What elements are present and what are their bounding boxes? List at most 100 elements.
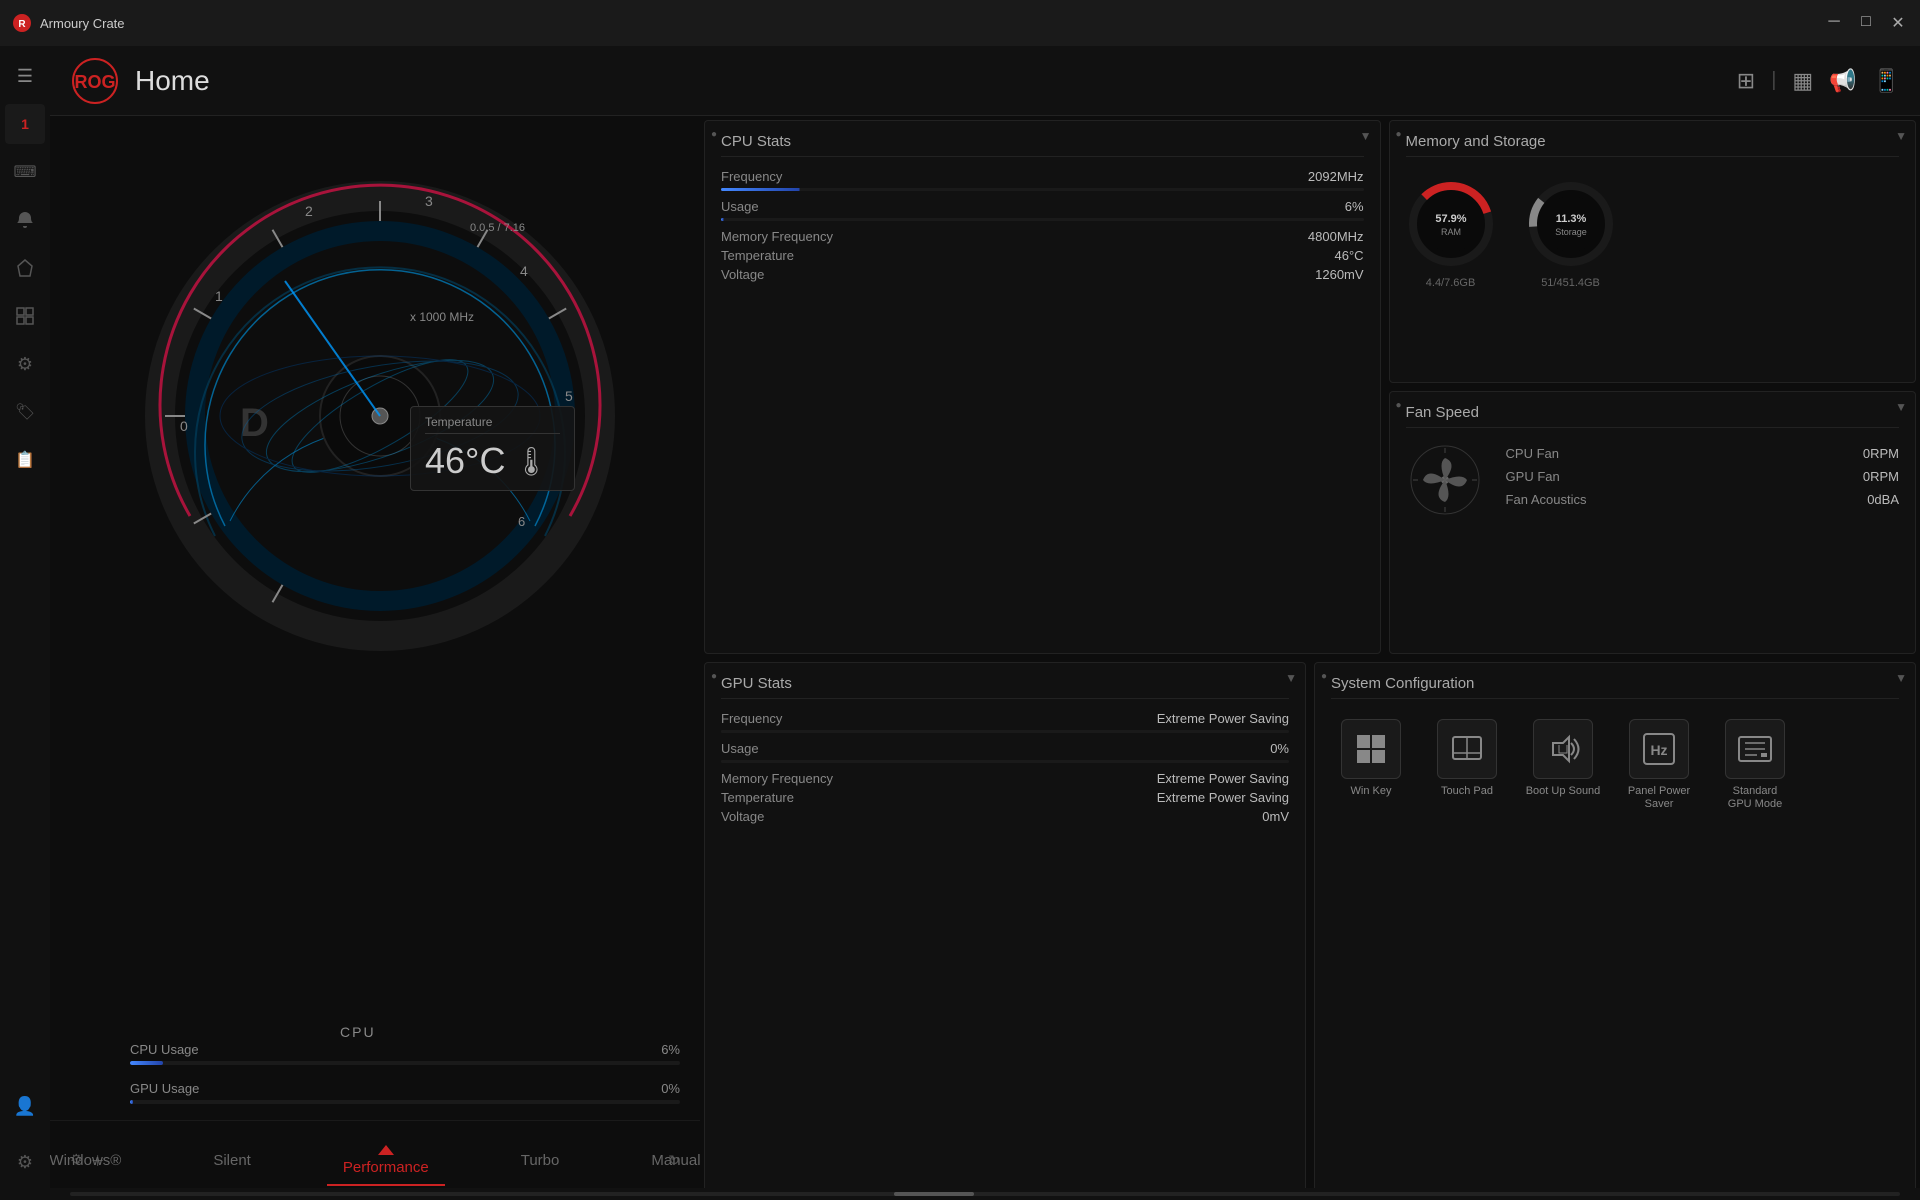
cpu-usage-stat-bar-fill bbox=[721, 218, 760, 221]
gpu-fan-value: 0RPM bbox=[1863, 469, 1899, 484]
ram-amount: 4.4/7.6GB bbox=[1426, 277, 1476, 289]
memory-storage-panel: ● Memory and Storage ▼ bbox=[1389, 120, 1916, 383]
svg-text:R: R bbox=[18, 19, 26, 30]
gpu-usage-fill bbox=[130, 1100, 133, 1104]
left-panel: 0 1 2 3 4 5 6 x 1000 MHz D bbox=[50, 116, 700, 1200]
config-win-key[interactable]: Win Key bbox=[1331, 719, 1411, 811]
dashboard-icon[interactable]: ▦ bbox=[1792, 68, 1813, 94]
sidebar-item-aura[interactable] bbox=[5, 248, 45, 288]
app-title: Armoury Crate bbox=[40, 16, 125, 31]
sidebar-item-deals[interactable]: 🏷 bbox=[5, 392, 45, 432]
main-content: 0 1 2 3 4 5 6 x 1000 MHz D bbox=[50, 116, 1920, 1200]
page-title: Home bbox=[135, 65, 210, 97]
tab-silent[interactable]: Silent bbox=[197, 1144, 267, 1177]
gpu-usage-stat-label: Usage bbox=[721, 741, 759, 756]
gpu-freq-value: Extreme Power Saving bbox=[1157, 711, 1289, 726]
cpu-mem-freq-label: Memory Frequency bbox=[721, 229, 833, 244]
maximize-button[interactable]: □ bbox=[1856, 13, 1876, 33]
gpu-voltage-label: Voltage bbox=[721, 809, 764, 824]
sidebar-item-menu[interactable]: ☰ bbox=[5, 56, 45, 96]
window-controls: ─ □ ✕ bbox=[1824, 13, 1908, 33]
svg-text:Hz: Hz bbox=[1650, 742, 1667, 758]
config-gpu-mode[interactable]: StandardGPU Mode bbox=[1715, 719, 1795, 811]
fan-icon-container bbox=[1406, 440, 1486, 520]
sidebar-item-user[interactable]: 👤 bbox=[5, 1086, 45, 1126]
sidebar-item-settings[interactable]: ⚙ bbox=[5, 1142, 45, 1182]
minimize-button[interactable]: ─ bbox=[1824, 13, 1844, 33]
grid-icon[interactable]: ⊞ bbox=[1737, 68, 1755, 94]
svg-text:0.0.5 / 7.16: 0.0.5 / 7.16 bbox=[470, 222, 525, 234]
gpu-temp-row: Temperature Extreme Power Saving bbox=[721, 790, 1289, 805]
cpu-fan-label: CPU Fan bbox=[1506, 446, 1559, 461]
gpu-panel-corner: ▼ bbox=[1285, 671, 1297, 685]
touch-pad-icon bbox=[1449, 731, 1485, 767]
svg-text:11.3%: 11.3% bbox=[1555, 213, 1586, 225]
sidebar-item-home[interactable]: 1 bbox=[5, 104, 45, 144]
sidebar-item-keyboard[interactable]: ⌨ bbox=[5, 152, 45, 192]
top-row: ● CPU Stats ▼ Frequency 2092MHz Usage 6% bbox=[700, 116, 1920, 658]
close-button[interactable]: ✕ bbox=[1888, 13, 1908, 33]
cpu-mem-freq-value: 4800MHz bbox=[1308, 229, 1364, 244]
gpu-freq-bar bbox=[721, 730, 1289, 733]
sys-config-panel: ● System Configuration ▼ bbox=[1314, 662, 1916, 1196]
config-boot-sound[interactable]: Boot Up Sound bbox=[1523, 719, 1603, 811]
cpu-panel-circle-icon: ● bbox=[711, 129, 717, 140]
storage-amount: 51/451.4GB bbox=[1541, 277, 1600, 289]
cpu-freq-bar bbox=[721, 188, 1364, 191]
mem-panel-corner: ▼ bbox=[1895, 129, 1907, 143]
cpu-temp-label: Temperature bbox=[721, 248, 794, 263]
boot-sound-icon-box bbox=[1533, 719, 1593, 779]
gpu-voltage-row: Voltage 0mV bbox=[721, 809, 1289, 824]
scrollbar-thumb[interactable] bbox=[894, 1192, 974, 1196]
svg-text:2: 2 bbox=[305, 203, 313, 219]
memory-storage-title: Memory and Storage bbox=[1406, 133, 1546, 150]
cpu-usage-value: 6% bbox=[661, 1042, 680, 1057]
thermometer-icon: 🌡 bbox=[513, 445, 549, 478]
panel-power-saver-icon: Hz bbox=[1641, 731, 1677, 767]
device-icon[interactable]: 📱 bbox=[1873, 68, 1900, 94]
cpu-usage-row: CPU Usage 6% bbox=[130, 1042, 680, 1065]
gpu-freq-row: Frequency Extreme Power Saving bbox=[721, 711, 1289, 726]
tab-performance[interactable]: Performance bbox=[327, 1137, 445, 1184]
gpu-mode-icon-box bbox=[1725, 719, 1785, 779]
gpu-temp-value: Extreme Power Saving bbox=[1157, 790, 1289, 805]
cpu-usage-stat-value: 6% bbox=[1345, 199, 1364, 214]
cpu-usage-stat-label: Usage bbox=[721, 199, 759, 214]
svg-text:1: 1 bbox=[215, 288, 223, 304]
sys-panel-corner: ▼ bbox=[1895, 671, 1907, 685]
sidebar-bottom: 👤 ⚙ bbox=[5, 1086, 45, 1200]
config-panel-power-saver[interactable]: Hz Panel Power Saver bbox=[1619, 719, 1699, 811]
svg-text:5: 5 bbox=[565, 388, 573, 404]
sys-panel-circle-icon: ● bbox=[1321, 671, 1327, 682]
gpu-mem-freq-value: Extreme Power Saving bbox=[1157, 771, 1289, 786]
panel-power-saver-icon-box: Hz bbox=[1629, 719, 1689, 779]
right-column: ● Memory and Storage ▼ bbox=[1385, 116, 1920, 658]
gpu-usage-label: GPU Usage bbox=[130, 1081, 199, 1096]
fan-acoustics-label: Fan Acoustics bbox=[1506, 492, 1587, 507]
svg-text:4: 4 bbox=[520, 263, 528, 279]
sidebar-item-scenarios[interactable] bbox=[5, 296, 45, 336]
cpu-fan-row: CPU Fan 0RPM bbox=[1506, 446, 1899, 461]
tab-turbo[interactable]: Turbo bbox=[505, 1144, 576, 1177]
megaphone-icon[interactable]: 📢 bbox=[1829, 68, 1856, 94]
bottom-scrollbar[interactable] bbox=[50, 1188, 1920, 1200]
fan-stats: CPU Fan 0RPM GPU Fan 0RPM Fan Acoustics … bbox=[1506, 446, 1899, 515]
header: ROG Home ⊞ | ▦ 📢 📱 bbox=[50, 46, 1920, 116]
header-actions: ⊞ | ▦ 📢 📱 bbox=[1737, 68, 1900, 94]
config-touch-pad[interactable]: Touch Pad bbox=[1427, 719, 1507, 811]
sidebar-item-tools[interactable]: ⚙ bbox=[5, 344, 45, 384]
svg-text:ROG: ROG bbox=[74, 72, 115, 92]
cpu-stats-title: CPU Stats bbox=[721, 133, 791, 150]
refresh-icon[interactable]: ↻ bbox=[668, 1152, 680, 1168]
svg-text:x 1000 MHz: x 1000 MHz bbox=[410, 310, 474, 324]
memory-storage-header: Memory and Storage bbox=[1406, 133, 1899, 157]
mem-panel-circle-icon: ● bbox=[1396, 129, 1402, 140]
app-icon: R bbox=[12, 13, 32, 33]
config-icons-grid: Win Key Touch Pad bbox=[1331, 711, 1899, 811]
fan-panel-corner: ▼ bbox=[1895, 400, 1907, 414]
gpu-mode-label: StandardGPU Mode bbox=[1728, 785, 1782, 811]
scrollbar-track[interactable] bbox=[70, 1192, 1900, 1196]
sidebar-item-system[interactable]: 📋 bbox=[5, 440, 45, 480]
cpu-freq-row: Frequency 2092MHz bbox=[721, 169, 1364, 184]
sidebar-item-notifications[interactable] bbox=[5, 200, 45, 240]
